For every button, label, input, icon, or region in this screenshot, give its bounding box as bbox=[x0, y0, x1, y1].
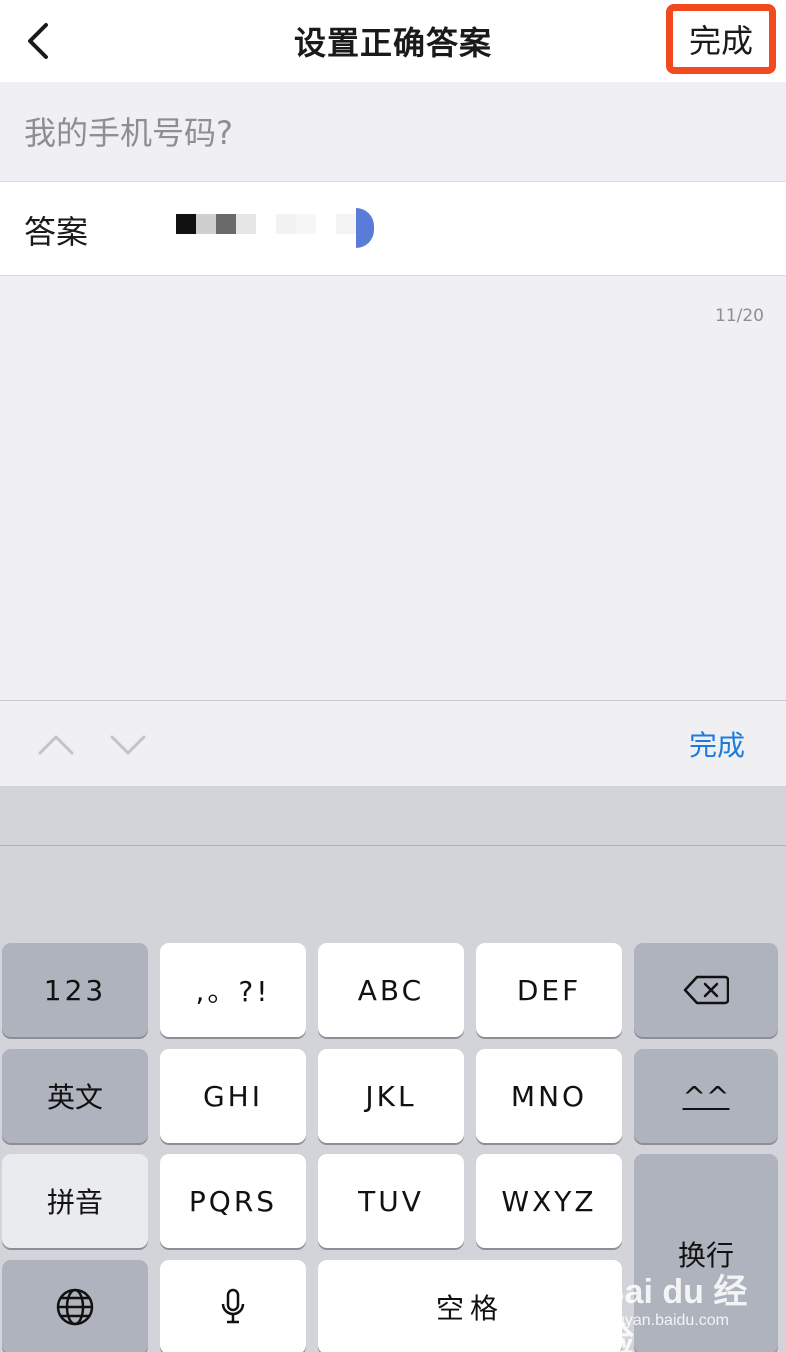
microphone-icon bbox=[221, 1288, 245, 1324]
key-globe[interactable] bbox=[2, 1260, 148, 1352]
answer-input[interactable] bbox=[176, 208, 376, 252]
chevron-down-icon[interactable] bbox=[108, 729, 148, 759]
globe-icon bbox=[56, 1288, 94, 1326]
answer-row[interactable]: 答案 bbox=[0, 181, 786, 276]
delete-icon bbox=[683, 975, 729, 1005]
answer-label: 答案 bbox=[24, 212, 89, 251]
key-return-label: 换行 bbox=[677, 1239, 734, 1272]
candidate-bar bbox=[0, 786, 786, 846]
key-123[interactable]: 123 bbox=[2, 943, 148, 1037]
delete-button[interactable] bbox=[634, 943, 778, 1037]
done-button[interactable]: 完成 bbox=[666, 4, 776, 74]
key-ghi[interactable]: GHI bbox=[160, 1049, 306, 1143]
keyboard: 123 ,。?! ABC DEF 英文 GHI JKL MNO ^^ 拼音 PQ… bbox=[0, 846, 786, 1352]
question-text: 我的手机号码? bbox=[0, 82, 786, 180]
key-english[interactable]: 英文 bbox=[2, 1049, 148, 1143]
key-emoticon[interactable]: ^^ bbox=[634, 1049, 778, 1143]
key-return[interactable]: 换行 bbox=[634, 1154, 778, 1352]
text-cursor bbox=[356, 208, 374, 248]
key-space-label: 空格 bbox=[435, 1292, 504, 1325]
key-wxyz[interactable]: WXYZ bbox=[476, 1154, 622, 1248]
chevron-up-icon[interactable] bbox=[36, 729, 76, 759]
accessory-done-button[interactable]: 完成 bbox=[676, 701, 758, 787]
key-pqrs[interactable]: PQRS bbox=[160, 1154, 306, 1248]
key-mno[interactable]: MNO bbox=[476, 1049, 622, 1143]
key-space[interactable]: 空格 bbox=[318, 1260, 622, 1352]
keyboard-accessory-bar: 完成 bbox=[0, 700, 786, 786]
char-counter: 11/20 bbox=[715, 306, 764, 326]
key-microphone[interactable] bbox=[160, 1260, 306, 1352]
key-def[interactable]: DEF bbox=[476, 943, 622, 1037]
nav-header: 设置正确答案 完成 bbox=[0, 0, 786, 82]
key-jkl[interactable]: JKL bbox=[318, 1049, 464, 1143]
key-emoticon-label: ^^ bbox=[682, 1079, 730, 1113]
key-tuv[interactable]: TUV bbox=[318, 1154, 464, 1248]
key-punctuation[interactable]: ,。?! bbox=[160, 943, 306, 1037]
key-pinyin[interactable]: 拼音 bbox=[2, 1154, 148, 1248]
key-pinyin-label: 拼音 bbox=[46, 1186, 103, 1219]
key-english-label: 英文 bbox=[46, 1081, 103, 1114]
key-abc[interactable]: ABC bbox=[318, 943, 464, 1037]
